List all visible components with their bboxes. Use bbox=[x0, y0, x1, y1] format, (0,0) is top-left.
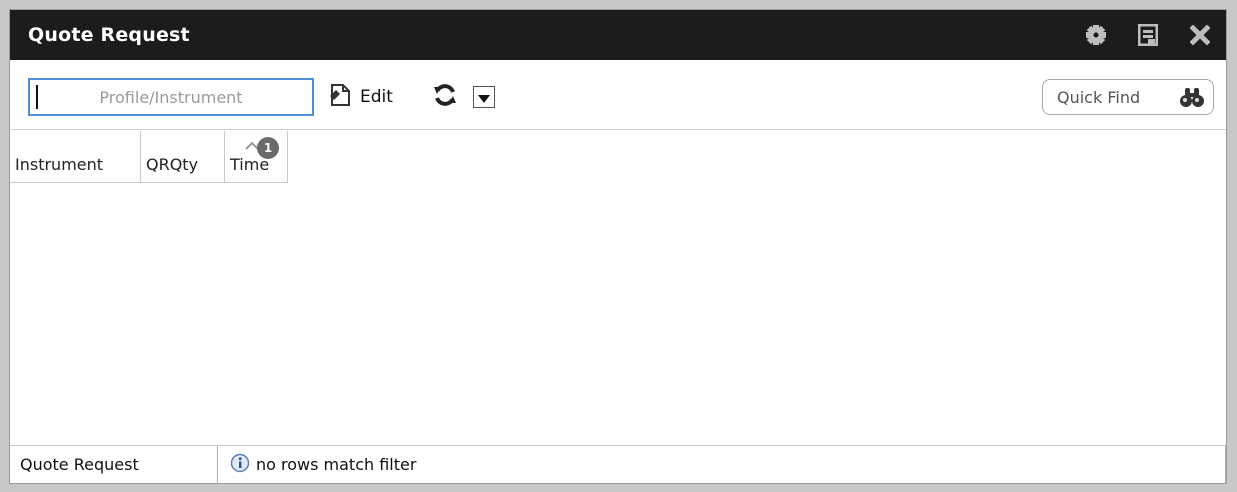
edit-button[interactable]: Edit bbox=[328, 80, 393, 114]
chevron-down-icon bbox=[478, 88, 490, 107]
column-label: QRQty bbox=[146, 155, 199, 174]
binoculars-icon[interactable] bbox=[1179, 85, 1205, 113]
refresh-button[interactable] bbox=[430, 82, 460, 112]
column-header-time[interactable]: 1 Time bbox=[225, 131, 288, 183]
status-message-area: no rows match filter bbox=[218, 445, 1226, 484]
edit-icon bbox=[328, 82, 354, 113]
options-dropdown-button[interactable] bbox=[473, 86, 495, 108]
titlebar: Quote Request bbox=[10, 10, 1226, 60]
status-panel-name: Quote Request bbox=[10, 445, 218, 484]
quick-find-placeholder: Quick Find bbox=[1057, 87, 1141, 107]
window-title: Quote Request bbox=[28, 24, 190, 46]
quote-request-window: Quote Request Profile/Instrument Edit Qu… bbox=[9, 9, 1227, 484]
grid-header: Instrument QRQty 1 Time bbox=[10, 131, 288, 183]
gear-icon[interactable] bbox=[1082, 21, 1110, 49]
column-header-qrqty[interactable]: QRQty bbox=[141, 131, 225, 183]
refresh-icon bbox=[432, 82, 458, 112]
profile-instrument-input[interactable] bbox=[28, 78, 314, 116]
sort-order-badge: 1 bbox=[257, 137, 279, 159]
toolbar: Edit Quick Find bbox=[10, 60, 1226, 130]
column-label: Instrument bbox=[15, 155, 104, 174]
quick-find-field[interactable]: Quick Find bbox=[1042, 79, 1214, 115]
column-header-instrument[interactable]: Instrument bbox=[10, 131, 141, 183]
edit-label: Edit bbox=[360, 87, 393, 107]
minimize-icon[interactable] bbox=[1134, 21, 1162, 49]
status-bar: Quote Request no rows match filter bbox=[10, 445, 1226, 484]
status-panel-label: Quote Request bbox=[20, 455, 139, 474]
status-message: no rows match filter bbox=[256, 455, 417, 474]
window-controls bbox=[1082, 10, 1214, 60]
close-icon[interactable] bbox=[1186, 21, 1214, 49]
info-icon bbox=[230, 453, 250, 477]
